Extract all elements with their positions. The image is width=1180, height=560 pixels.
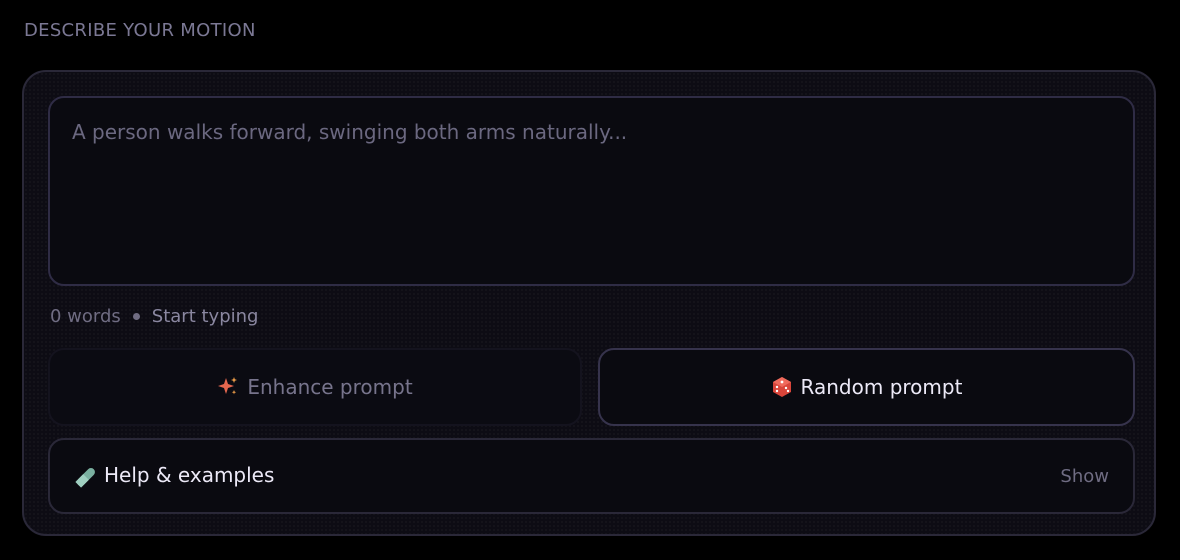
help-show-toggle[interactable]: Show (1060, 466, 1109, 487)
pill-icon (74, 465, 98, 489)
separator-dot (132, 313, 140, 320)
enhance-prompt-button[interactable]: Enhance prompt (48, 348, 582, 426)
dice-icon (771, 376, 793, 398)
prompt-meta: 0 words Start typing (50, 306, 258, 327)
help-examples-toggle[interactable]: Help & examples Show (48, 438, 1135, 514)
motion-prompt-textarea[interactable] (48, 96, 1135, 286)
sparkles-icon (217, 376, 239, 398)
section-label: DESCRIBE YOUR MOTION (24, 20, 256, 41)
random-prompt-label: Random prompt (800, 375, 963, 399)
help-title: Help & examples (104, 463, 275, 488)
word-count: 0 words (50, 306, 121, 327)
prompt-status: Start typing (151, 306, 259, 327)
enhance-prompt-label: Enhance prompt (247, 375, 413, 399)
help-title-wrap: Help & examples (74, 463, 1060, 489)
motion-card: 0 words Start typing Enhance prompt (22, 70, 1156, 536)
random-prompt-button[interactable]: Random prompt (598, 348, 1135, 426)
